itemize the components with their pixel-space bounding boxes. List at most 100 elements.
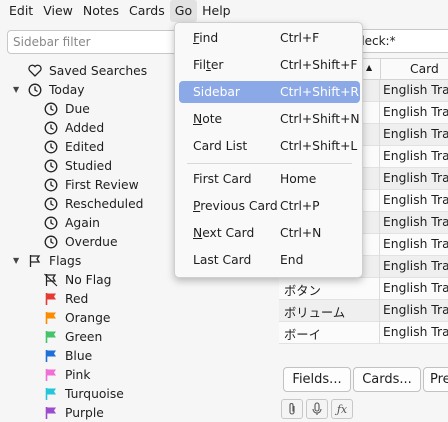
column-separator [379, 212, 380, 234]
column-header-card[interactable]: Card [410, 62, 439, 76]
sidebar-item-rescheduled[interactable]: Rescheduled [44, 194, 143, 213]
preview-button[interactable]: Pre [423, 367, 448, 392]
sidebar-item-due[interactable]: Due [44, 99, 90, 118]
sidebar-item-label: First Review [65, 177, 139, 192]
menu-separator [187, 163, 352, 164]
flag-icon [44, 273, 58, 287]
sidebar-item-flags[interactable]: Flags [28, 251, 81, 270]
menu-edit[interactable]: Edit [4, 0, 38, 22]
menu-item-sidebar[interactable]: Sidebar Ctrl+Shift+R [179, 81, 360, 103]
microphone-icon[interactable] [306, 399, 328, 419]
sidebar-item-today[interactable]: Today [28, 80, 85, 99]
menu-item-shortcut: Ctrl+Shift+R [280, 85, 359, 99]
sidebar-item-label: Rescheduled [65, 196, 144, 211]
sidebar-item-flag-purple[interactable]: Purple [44, 403, 104, 422]
sidebar-item-label: No Flag [65, 272, 112, 287]
menu-notes[interactable]: Notes [78, 0, 124, 22]
menu-item-previous-card[interactable]: Previous Card Ctrl+P [179, 195, 360, 217]
menu-help[interactable]: Help [197, 0, 236, 22]
attach-icon[interactable] [281, 399, 303, 419]
sort-up-icon[interactable]: ▲ [366, 63, 372, 72]
sidebar-item-label: Green [65, 329, 103, 344]
table-cell-question: ボタン [284, 284, 321, 298]
menu-item-label: Note [193, 112, 223, 126]
menu-view[interactable]: View [38, 0, 78, 22]
sidebar-item-label: Due [65, 101, 90, 116]
sidebar-item-label: Overdue [65, 234, 118, 249]
flag-icon [28, 254, 42, 268]
sidebar-item-label: Again [65, 215, 100, 230]
menu-item-note[interactable]: Note Ctrl+Shift+N [179, 108, 360, 130]
cards-button[interactable]: Cards... [353, 367, 421, 392]
clock-icon [28, 83, 42, 97]
sidebar-item-studied[interactable]: Studied [44, 156, 112, 175]
sidebar-item-saved-searches[interactable]: Saved Searches [28, 61, 147, 80]
menu-item-card-list[interactable]: Card List Ctrl+Shift+L [179, 135, 360, 157]
table-row[interactable]: ボタン English Tran [279, 278, 448, 300]
table-cell-card: English Tran [383, 281, 448, 295]
table-cell-card: English Tran [383, 237, 448, 251]
menu-item-shortcut: Home [280, 172, 317, 186]
sidebar-item-flag-red[interactable]: Red [44, 289, 88, 308]
column-separator [379, 102, 380, 124]
sidebar-item-edited[interactable]: Edited [44, 137, 104, 156]
column-separator [379, 124, 380, 146]
menu-item-filter[interactable]: Filter Ctrl+Shift+F [179, 54, 360, 76]
menu-item-shortcut: Ctrl+F [280, 31, 320, 45]
expand-arrow-icon[interactable]: ▼ [13, 85, 19, 94]
column-separator [380, 59, 381, 81]
clock-icon [44, 178, 58, 192]
sidebar-item-flag-no-flag[interactable]: No Flag [44, 270, 111, 289]
sidebar-item-again[interactable]: Again [44, 213, 100, 232]
sidebar-item-label: Studied [65, 158, 113, 173]
sidebar-item-label: Blue [65, 348, 93, 363]
sidebar-item-flag-orange[interactable]: Orange [44, 308, 110, 327]
sidebar-item-label: Flags [49, 253, 82, 268]
sidebar-item-flag-turquoise[interactable]: Turquoise [44, 384, 124, 403]
flag-icon [44, 330, 58, 344]
column-separator [379, 300, 380, 322]
flag-icon [44, 349, 58, 363]
table-cell-question: ボーイ [284, 328, 321, 342]
menu-cards[interactable]: Cards [124, 0, 170, 22]
menu-item-label: Previous Card [193, 199, 278, 213]
sidebar-item-first-review[interactable]: First Review [44, 175, 139, 194]
sidebar-item-label: Pink [65, 367, 91, 382]
sidebar-item-overdue[interactable]: Overdue [44, 232, 118, 251]
flag-icon [44, 368, 58, 382]
expand-arrow-icon[interactable]: ▼ [13, 256, 19, 265]
menu-item-label: Sidebar [193, 85, 240, 99]
fields-button[interactable]: Fields... [283, 367, 351, 392]
sidebar-item-flag-pink[interactable]: Pink [44, 365, 90, 384]
sidebar-item-label: Saved Searches [49, 63, 148, 78]
flag-icon [44, 406, 58, 420]
table-row[interactable]: ボリューム English Tran [279, 300, 448, 322]
flag-icon [44, 311, 58, 325]
function-icon[interactable]: ƒx [331, 399, 353, 419]
menu-item-label: Last Card [193, 253, 252, 267]
sidebar-item-label: Edited [65, 139, 105, 154]
sidebar-item-flag-green[interactable]: Green [44, 327, 102, 346]
menu-item-next-card[interactable]: Next Card Ctrl+N [179, 222, 360, 244]
menu-item-last-card[interactable]: Last Card End [179, 249, 360, 271]
menu-item-label: First Card [193, 172, 252, 186]
sidebar-item-label: Today [49, 82, 85, 97]
clock-icon [44, 159, 58, 173]
sidebar-filter-input[interactable]: Sidebar filter [7, 30, 182, 54]
menu-item-find[interactable]: Find Ctrl+F [179, 27, 360, 49]
menu-item-shortcut: End [280, 253, 304, 267]
sidebar-item-flag-blue[interactable]: Blue [44, 346, 92, 365]
clock-icon [44, 140, 58, 154]
table-row[interactable]: ボーイ English Tran [279, 322, 448, 344]
clock-icon [44, 216, 58, 230]
table-cell-question: ボリューム [284, 306, 346, 320]
flag-icon [44, 387, 58, 401]
table-cell-card: English Tran [383, 193, 448, 207]
menu-item-first-card[interactable]: First Card Home [179, 168, 360, 190]
sidebar-item-label: Turquoise [65, 386, 124, 401]
column-separator [379, 278, 380, 300]
menu-go[interactable]: Go [169, 0, 198, 22]
table-cell-card: English Tran [383, 83, 448, 97]
sidebar-item-label: Added [65, 120, 105, 135]
sidebar-item-added[interactable]: Added [44, 118, 104, 137]
